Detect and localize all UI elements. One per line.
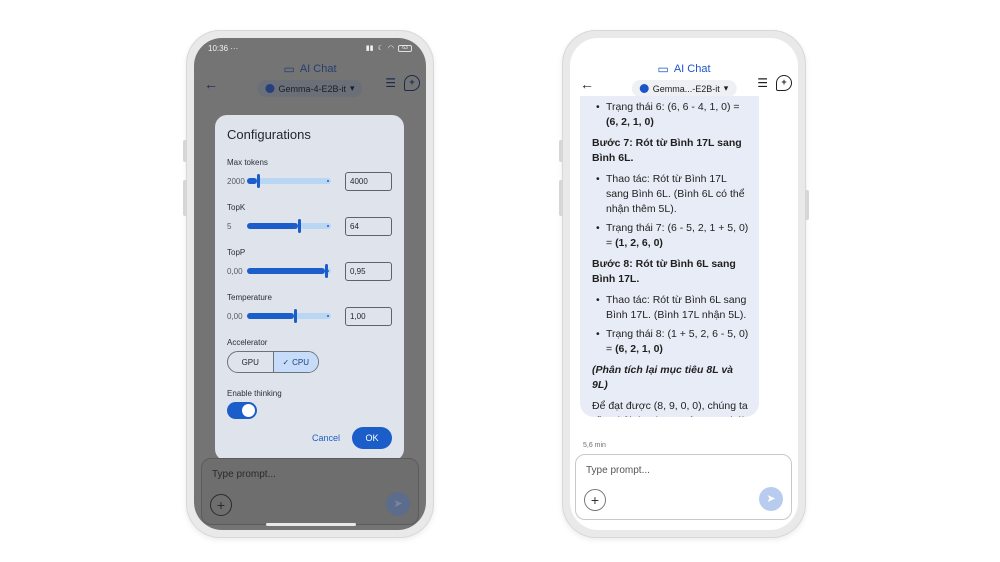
temperature-slider[interactable] (246, 309, 331, 323)
list-item: Thao tác: Rót từ Bình 6L sang Bình 17L. … (594, 293, 751, 323)
topk-input[interactable] (345, 216, 392, 236)
app-title: ▭ AI Chat (283, 62, 337, 76)
accelerator-label: Accelerator (227, 338, 268, 347)
enable-thinking-toggle[interactable] (227, 402, 257, 419)
topk-min: 5 (227, 221, 232, 231)
list-item: Trạng thái 8: (1 + 5, 2, 6 - 5, 0) = (6,… (594, 327, 751, 357)
status-extra: ··· (230, 43, 239, 53)
dialog-title: Configurations (227, 127, 311, 142)
phone-side-button (183, 140, 187, 162)
topk-label: TopK (227, 203, 246, 212)
phone-side-button (805, 190, 809, 220)
configurations-dialog: Configurations Max tokens 2000 TopK 5 To… (215, 115, 404, 461)
accelerator-cpu-option[interactable]: ✓ CPU (273, 352, 318, 372)
wifi-icon: ◠ (387, 45, 394, 52)
new-chat-icon[interactable]: + (776, 75, 792, 91)
model-icon (639, 84, 649, 93)
send-icon[interactable]: ➤ (759, 487, 783, 511)
phone-side-button (559, 140, 563, 162)
back-arrow-icon[interactable]: ← (580, 76, 594, 92)
app-bar: ← ▭ AI Chat Gemma-4-E2B-it ▾ ☰ + (194, 58, 426, 108)
temperature-input[interactable] (345, 306, 392, 326)
moon-icon: ☾ (377, 45, 384, 52)
phone-side-button (559, 180, 563, 216)
accelerator-gpu-option[interactable]: GPU (228, 352, 274, 372)
add-attachment-button[interactable]: + (584, 489, 606, 511)
accelerator-segmented-control: GPU ✓ CPU (227, 351, 319, 373)
prompt-box: Type prompt... + ➤ (201, 458, 419, 525)
topk-slider[interactable] (246, 219, 331, 233)
list-item: Trạng thái 6: (6, 6 - 4, 1, 0) = (6, 2, … (594, 100, 751, 130)
step-heading: Bước 7: Rót từ Bình 17L sang Bình 6L. (592, 137, 742, 164)
model-selector[interactable]: Gemma...-E2B-it ▾ (631, 80, 737, 97)
temperature-min: 0,00 (227, 311, 243, 321)
temperature-label: Temperature (227, 293, 272, 302)
prompt-input[interactable]: Type prompt... (212, 469, 276, 480)
topp-label: TopP (227, 248, 246, 257)
cancel-button[interactable]: Cancel (312, 433, 340, 443)
home-indicator (266, 523, 356, 526)
chat-bubbles-icon: ▭ (283, 62, 295, 76)
model-selector[interactable]: Gemma-4-E2B-it ▾ (257, 80, 363, 97)
check-icon: ✓ (282, 357, 290, 367)
topp-min: 0,00 (227, 266, 243, 276)
status-time: 10:36 (208, 43, 229, 53)
step-heading: Bước 8: Rót từ Bình 6L sang Bình 17L. (592, 258, 736, 285)
signal-icon: ▮▮ (365, 45, 374, 52)
analysis-heading: (Phân tích lại mục tiêu 8L và 9L) (592, 364, 734, 391)
prompt-input[interactable]: Type prompt... (586, 465, 650, 476)
app-title: ▭ AI Chat (657, 62, 711, 76)
model-response-bubble: Trạng thái 6: (6, 6 - 4, 1, 0) = (6, 2, … (580, 96, 759, 417)
enable-thinking-label: Enable thinking (227, 389, 282, 398)
list-item: Thao tác: Rót từ Bình 17L sang Bình 6L. … (594, 172, 751, 217)
chat-bubbles-icon: ▭ (657, 62, 669, 76)
message-timestamp: 5,6 min (583, 442, 606, 449)
send-icon[interactable]: ➤ (386, 492, 410, 516)
add-attachment-button[interactable]: + (210, 494, 232, 516)
tune-settings-icon[interactable]: ☰ (385, 76, 396, 90)
right-screen: ← ▭ AI Chat Gemma...-E2B-it ▾ ☰ + Trạng … (570, 38, 798, 530)
left-phone: 10:36 ··· ▮▮ ☾ ◠ 63 ← ▭ AI Chat Gemma-4-… (183, 30, 434, 538)
model-icon (265, 84, 275, 93)
analysis-paragraph: Để đạt được (8, 9, 0, 0), chúng ta cần p… (592, 400, 748, 417)
status-bar: 10:36 ··· ▮▮ ☾ ◠ 63 (194, 38, 426, 58)
max-tokens-input[interactable] (345, 171, 392, 191)
right-phone: ← ▭ AI Chat Gemma...-E2B-it ▾ ☰ + Trạng … (559, 30, 809, 538)
dropdown-caret-icon: ▾ (723, 83, 729, 93)
ok-button[interactable]: OK (352, 427, 392, 449)
dropdown-caret-icon: ▾ (349, 83, 355, 93)
max-tokens-slider[interactable] (246, 174, 331, 188)
topp-slider[interactable] (246, 264, 331, 278)
phone-side-button (183, 180, 187, 216)
prompt-box: Type prompt... + ➤ (575, 454, 792, 520)
battery-icon: 63 (398, 44, 412, 52)
list-item: Trạng thái 7: (6 - 5, 2, 1 + 5, 0) = (1,… (594, 221, 751, 251)
back-arrow-icon[interactable]: ← (204, 76, 218, 92)
max-tokens-label: Max tokens (227, 158, 268, 167)
new-chat-icon[interactable]: + (404, 75, 420, 91)
left-screen: 10:36 ··· ▮▮ ☾ ◠ 63 ← ▭ AI Chat Gemma-4-… (194, 38, 426, 530)
topp-input[interactable] (345, 261, 392, 281)
tune-settings-icon[interactable]: ☰ (757, 76, 768, 90)
max-tokens-min: 2000 (227, 176, 245, 186)
